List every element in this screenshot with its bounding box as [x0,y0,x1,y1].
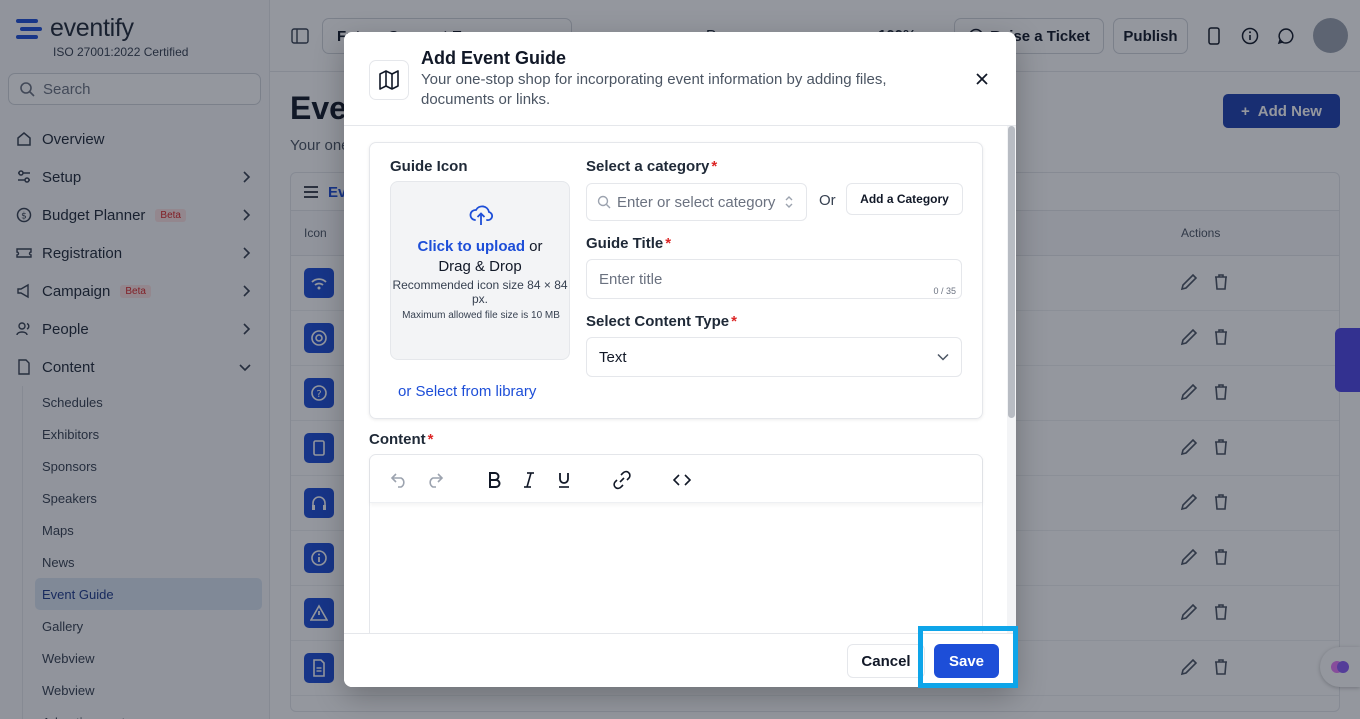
italic-icon[interactable] [518,469,540,491]
content-type-select[interactable]: Text [586,337,962,377]
guide-title-input[interactable]: Enter title 0 / 35 [586,259,962,299]
title-char-counter: 0 / 35 [933,286,956,296]
chevron-down-icon [937,353,949,361]
guide-details-card: Guide Icon Click to upload or Drag & Dro… [369,142,983,419]
add-category-button[interactable]: Add a Category [846,183,963,215]
click-to-upload-link[interactable]: Click to upload [417,238,525,255]
close-icon[interactable] [971,68,993,90]
cancel-button[interactable]: Cancel [847,644,925,678]
upload-line-1: Click to upload or [417,238,543,255]
select-from-library-link[interactable]: or Select from library [398,383,536,400]
upload-max-size-text: Maximum allowed file size is 10 MB [402,310,560,321]
icon-upload-dropzone[interactable]: Click to upload or Drag & Drop Recommend… [390,181,570,360]
modal-title: Add Event Guide [421,48,567,68]
updown-chevron-icon [785,196,793,208]
guide-icon-label: Guide Icon [390,158,468,175]
category-label: Select a category * [586,158,718,175]
map-icon [369,60,409,100]
save-button[interactable]: Save [934,644,999,678]
bold-icon[interactable] [483,469,505,491]
search-icon [597,195,611,209]
add-event-guide-modal: Add Event Guide Your one-stop shop for i… [344,32,1016,687]
guide-title-placeholder: Enter title [599,270,663,288]
modal-description: Your one-stop shop for incorporating eve… [421,71,887,108]
scrollbar-thumb[interactable] [1008,126,1015,418]
redo-icon[interactable] [424,469,446,491]
category-input[interactable]: Enter or select category [586,183,807,221]
underline-icon[interactable] [553,469,575,491]
modal-footer: Cancel Save [344,633,1016,687]
upload-recommended-text: Recommended icon size 84 × 84 px. [392,278,568,306]
upload-cloud-icon [469,205,493,225]
code-icon[interactable] [671,469,693,491]
editor-toolbar [370,455,982,503]
content-type-value: Text [599,348,627,366]
category-placeholder: Enter or select category [617,193,776,211]
modal-body: Guide Icon Click to upload or Drag & Dro… [344,126,1016,633]
guide-title-label: Guide Title * [586,235,672,252]
modal-scrollbar[interactable] [1007,126,1016,633]
content-type-label: Select Content Type * [586,313,737,330]
content-label: Content * [369,431,434,448]
link-icon[interactable] [611,469,633,491]
or-text: Or [819,192,836,209]
modal-header: Add Event Guide Your one-stop shop for i… [344,32,1016,126]
undo-icon[interactable] [388,469,410,491]
upload-drag-text: Drag & Drop [438,258,522,275]
content-editor[interactable] [369,454,983,633]
